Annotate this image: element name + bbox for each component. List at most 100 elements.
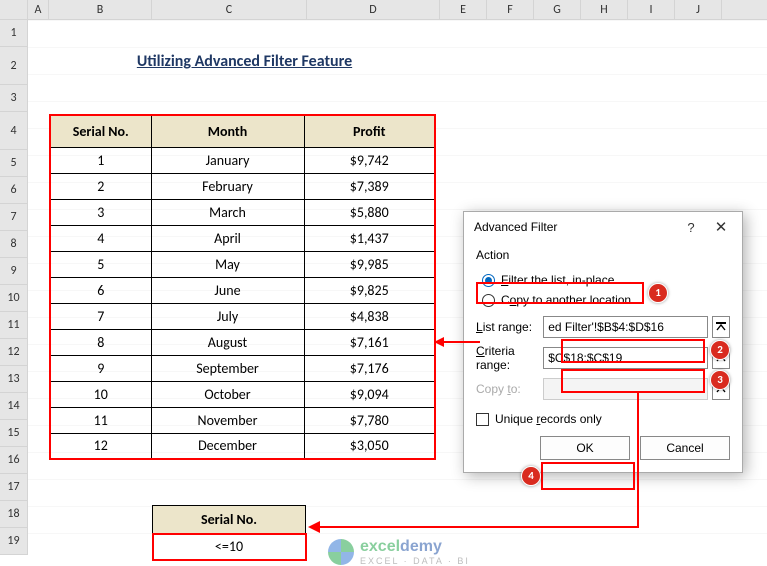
cell-profit[interactable]: $3,050: [304, 433, 435, 459]
row-header-14[interactable]: 14: [0, 393, 28, 420]
cell-serial[interactable]: 8: [50, 329, 151, 355]
row-header-1[interactable]: 1: [0, 20, 28, 47]
col-header-D[interactable]: D: [307, 0, 440, 19]
cell-serial[interactable]: 1: [50, 147, 151, 173]
unique-records-row[interactable]: Unique records only: [476, 406, 730, 436]
cell-serial[interactable]: 9: [50, 355, 151, 381]
close-icon[interactable]: ✕: [706, 218, 736, 236]
badge-4: 4: [521, 466, 541, 486]
table-row[interactable]: 3March$5,880: [50, 199, 435, 225]
cell-profit[interactable]: $1,437: [304, 225, 435, 251]
col-header-A[interactable]: A: [28, 0, 49, 19]
dialog-titlebar[interactable]: Advanced Filter ? ✕: [464, 212, 742, 242]
row-header-16[interactable]: 16: [0, 447, 28, 474]
cell-serial[interactable]: 4: [50, 225, 151, 251]
cell-month[interactable]: July: [151, 303, 304, 329]
checkbox-icon[interactable]: [476, 413, 489, 426]
row-header-19[interactable]: 19: [0, 528, 28, 555]
page-title: Utilizing Advanced Filter Feature: [49, 52, 440, 71]
cell-profit[interactable]: $4,838: [304, 303, 435, 329]
row-header-6[interactable]: 6: [0, 177, 28, 204]
row-header-17[interactable]: 17: [0, 474, 28, 501]
col-header-B[interactable]: B: [49, 0, 152, 19]
radio-copy-location[interactable]: Copy to another location: [476, 290, 730, 310]
cell-profit[interactable]: $7,780: [304, 407, 435, 433]
table-row[interactable]: 11November$7,780: [50, 407, 435, 433]
data-table[interactable]: Serial No. Month Profit 1January$9,7422F…: [49, 114, 436, 460]
criteria-range-input[interactable]: [543, 347, 708, 369]
radio-icon[interactable]: [482, 294, 495, 307]
cell-profit[interactable]: $5,880: [304, 199, 435, 225]
col-header-I[interactable]: I: [628, 0, 675, 19]
table-row[interactable]: 10October$9,094: [50, 381, 435, 407]
row-header-12[interactable]: 12: [0, 339, 28, 366]
row-header-11[interactable]: 11: [0, 312, 28, 339]
cell-serial[interactable]: 10: [50, 381, 151, 407]
col-header-C[interactable]: C: [152, 0, 307, 19]
radio-icon[interactable]: [482, 274, 495, 287]
header-month[interactable]: Month: [151, 115, 304, 147]
cell-month[interactable]: August: [151, 329, 304, 355]
row-header-7[interactable]: 7: [0, 204, 28, 231]
cell-serial[interactable]: 3: [50, 199, 151, 225]
table-row[interactable]: 4April$1,437: [50, 225, 435, 251]
criteria-header[interactable]: Serial No.: [153, 506, 306, 534]
table-row[interactable]: 12December$3,050: [50, 433, 435, 459]
row-header-4[interactable]: 4: [0, 112, 28, 150]
col-header-J[interactable]: J: [675, 0, 722, 19]
ok-button[interactable]: OK: [540, 436, 630, 460]
cell-month[interactable]: March: [151, 199, 304, 225]
advanced-filter-dialog[interactable]: Advanced Filter ? ✕ Action Filter the li…: [463, 211, 743, 473]
col-header-F[interactable]: F: [487, 0, 534, 19]
table-row[interactable]: 1January$9,742: [50, 147, 435, 173]
cell-month[interactable]: December: [151, 433, 304, 459]
list-range-input[interactable]: [543, 316, 708, 338]
table-row[interactable]: 6June$9,825: [50, 277, 435, 303]
cell-serial[interactable]: 2: [50, 173, 151, 199]
table-row[interactable]: 7July$4,838: [50, 303, 435, 329]
table-row[interactable]: 5May$9,985: [50, 251, 435, 277]
cell-month[interactable]: April: [151, 225, 304, 251]
radio-filter-inplace[interactable]: Filter the list, in-place: [476, 270, 730, 290]
cell-serial[interactable]: 12: [50, 433, 151, 459]
cell-month[interactable]: February: [151, 173, 304, 199]
row-header-5[interactable]: 5: [0, 150, 28, 177]
table-row[interactable]: 9September$7,176: [50, 355, 435, 381]
cell-month[interactable]: January: [151, 147, 304, 173]
cell-profit[interactable]: $7,176: [304, 355, 435, 381]
row-header-9[interactable]: 9: [0, 258, 28, 285]
cancel-button[interactable]: Cancel: [640, 436, 730, 460]
collapse-dialog-icon[interactable]: [712, 316, 730, 338]
cell-serial[interactable]: 6: [50, 277, 151, 303]
header-serial[interactable]: Serial No.: [50, 115, 151, 147]
cell-month[interactable]: September: [151, 355, 304, 381]
cell-profit[interactable]: $9,742: [304, 147, 435, 173]
row-header-18[interactable]: 18: [0, 501, 28, 528]
cell-month[interactable]: May: [151, 251, 304, 277]
cell-serial[interactable]: 5: [50, 251, 151, 277]
col-header-E[interactable]: E: [440, 0, 487, 19]
select-all-corner[interactable]: [0, 0, 28, 19]
cell-profit[interactable]: $7,161: [304, 329, 435, 355]
cell-serial[interactable]: 7: [50, 303, 151, 329]
cell-profit[interactable]: $9,825: [304, 277, 435, 303]
col-header-G[interactable]: G: [534, 0, 581, 19]
cell-month[interactable]: October: [151, 381, 304, 407]
cell-month[interactable]: June: [151, 277, 304, 303]
row-header-8[interactable]: 8: [0, 231, 28, 258]
row-header-15[interactable]: 15: [0, 420, 28, 447]
row-header-3[interactable]: 3: [0, 85, 28, 112]
row-header-13[interactable]: 13: [0, 366, 28, 393]
help-icon[interactable]: ?: [676, 220, 706, 235]
table-row[interactable]: 8August$7,161: [50, 329, 435, 355]
cell-serial[interactable]: 11: [50, 407, 151, 433]
header-profit[interactable]: Profit: [304, 115, 435, 147]
table-row[interactable]: 2February$7,389: [50, 173, 435, 199]
cell-month[interactable]: November: [151, 407, 304, 433]
row-header-10[interactable]: 10: [0, 285, 28, 312]
cell-profit[interactable]: $9,094: [304, 381, 435, 407]
row-header-2[interactable]: 2: [0, 47, 28, 85]
cell-profit[interactable]: $9,985: [304, 251, 435, 277]
col-header-H[interactable]: H: [581, 0, 628, 19]
cell-profit[interactable]: $7,389: [304, 173, 435, 199]
